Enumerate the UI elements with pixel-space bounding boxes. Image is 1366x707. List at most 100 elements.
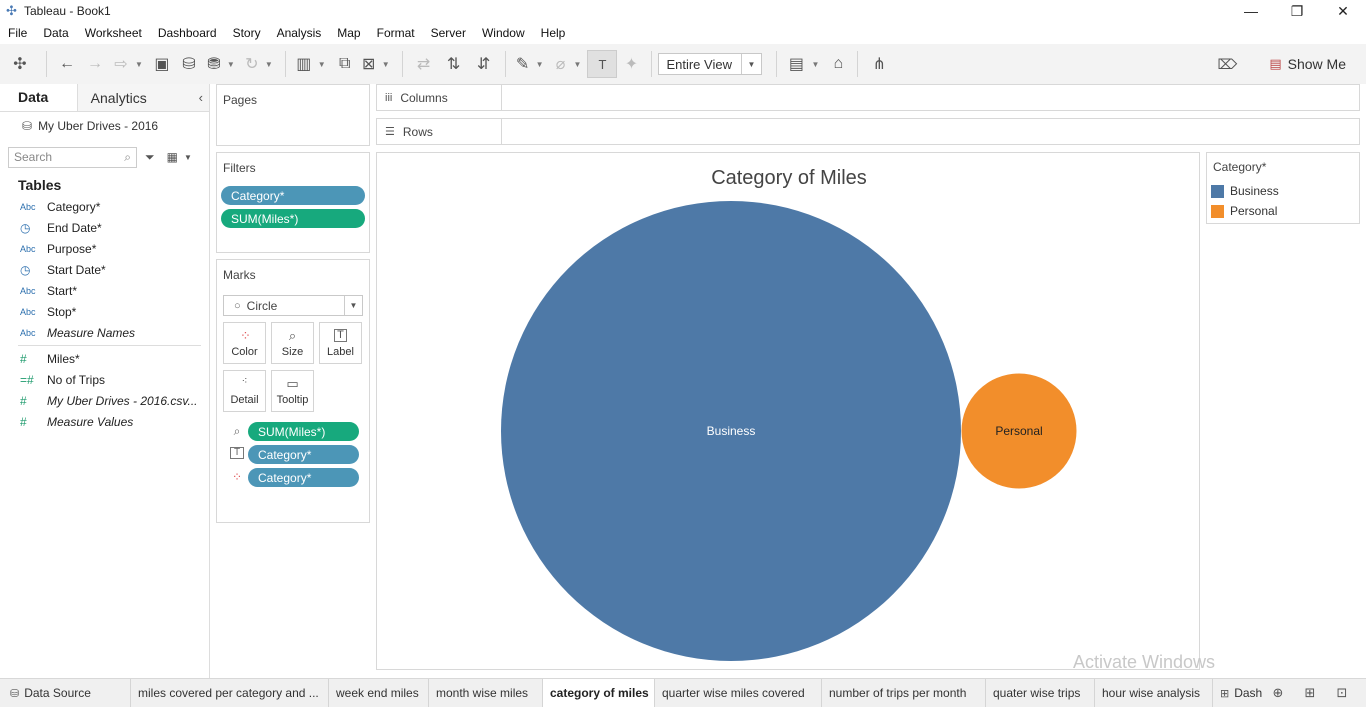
- filter-icon[interactable]: ⏷: [145, 150, 155, 165]
- tab-sheet[interactable]: month wise miles: [429, 679, 543, 707]
- menu-worksheet[interactable]: Worksheet: [85, 26, 142, 40]
- undo-icon[interactable]: ←: [53, 50, 81, 78]
- fix-axes-icon[interactable]: ✦: [617, 50, 645, 78]
- search-input[interactable]: Search ⌕: [8, 146, 137, 168]
- data-pane: Data Analytics ‹ ⛁ My Uber Drives - 2016…: [0, 84, 210, 678]
- field-end-date[interactable]: ◷ End Date*: [0, 217, 209, 238]
- label-button[interactable]: T Label: [319, 322, 362, 364]
- filter-pill-category[interactable]: Category*: [221, 186, 365, 205]
- field-no-of-trips[interactable]: =# No of Trips: [0, 369, 209, 390]
- sort-ascending-icon[interactable]: ⇅: [439, 50, 469, 78]
- worksheet-view[interactable]: Category of Miles Business Personal: [376, 152, 1200, 670]
- minimize-button[interactable]: —: [1228, 0, 1274, 22]
- tab-analytics[interactable]: Analytics: [76, 84, 209, 111]
- pages-card[interactable]: Pages: [216, 84, 370, 146]
- format-painter-icon[interactable]: ⌦: [1218, 56, 1238, 73]
- field-category[interactable]: Abc Category*: [0, 196, 209, 217]
- new-story-icon[interactable]: ⊡: [1326, 685, 1358, 701]
- tab-sheet[interactable]: number of trips per month: [822, 679, 986, 707]
- new-dashboard-icon[interactable]: ⊞: [1294, 685, 1326, 701]
- menu-map[interactable]: Map: [337, 26, 360, 40]
- view-options-icon[interactable]: ▦: [167, 150, 178, 164]
- new-worksheet-icon[interactable]: ⊕: [1262, 685, 1294, 701]
- menu-help[interactable]: Help: [541, 26, 566, 40]
- legend-item-business[interactable]: Business: [1207, 181, 1359, 201]
- clear-sheet-icon[interactable]: ⊠: [358, 50, 380, 78]
- tab-sheet[interactable]: week end miles: [329, 679, 429, 707]
- menu-server[interactable]: Server: [431, 26, 466, 40]
- menu-file[interactable]: File: [8, 26, 27, 40]
- fit-dropdown[interactable]: Entire View ▼: [658, 53, 763, 75]
- field-start-date[interactable]: ◷ Start Date*: [0, 259, 209, 280]
- menu-dashboard[interactable]: Dashboard: [158, 26, 217, 40]
- new-worksheet-icon[interactable]: ▥: [292, 50, 316, 78]
- tableau-home-icon[interactable]: ✣: [0, 50, 40, 78]
- marks-pill-category-label[interactable]: Category*: [248, 445, 359, 464]
- duplicate-sheet-icon[interactable]: ⧉: [332, 50, 358, 78]
- color-button[interactable]: ⁘ Color: [223, 322, 266, 364]
- detail-button[interactable]: ⁖ Detail: [223, 370, 266, 412]
- label-encoding-icon: T: [230, 447, 244, 459]
- tab-sheet[interactable]: quater wise trips: [986, 679, 1095, 707]
- menu-story[interactable]: Story: [233, 26, 261, 40]
- refresh-dropdown-icon[interactable]: ▼: [265, 60, 273, 69]
- redo-icon[interactable]: →: [81, 50, 109, 78]
- chevron-down-icon[interactable]: ▼: [184, 153, 192, 162]
- rows-shelf[interactable]: ☰ Rows: [376, 118, 1360, 145]
- refresh-icon[interactable]: ↻: [241, 50, 263, 78]
- clear-dropdown-icon[interactable]: ▼: [382, 60, 390, 69]
- rows-text: Rows: [402, 124, 433, 139]
- menu-analysis[interactable]: Analysis: [277, 26, 322, 40]
- tab-sheet[interactable]: miles covered per category and ...: [131, 679, 329, 707]
- save-icon[interactable]: ▣: [149, 50, 175, 78]
- show-cards-icon[interactable]: ▤: [783, 50, 809, 78]
- field-measure-names[interactable]: Abc Measure Names: [0, 322, 209, 343]
- pause-updates-icon[interactable]: ⛃: [203, 50, 225, 78]
- replay-icon[interactable]: ⇨: [109, 50, 133, 78]
- new-datasource-icon[interactable]: ⛁: [175, 50, 203, 78]
- replay-dropdown-icon[interactable]: ▼: [135, 60, 143, 69]
- filters-card[interactable]: Filters Category* SUM(Miles*): [216, 152, 370, 253]
- menu-format[interactable]: Format: [377, 26, 415, 40]
- legend-item-personal[interactable]: Personal: [1207, 201, 1359, 221]
- marks-pill-category-color[interactable]: Category*: [248, 468, 359, 487]
- field-purpose[interactable]: Abc Purpose*: [0, 238, 209, 259]
- chevron-left-icon[interactable]: ‹: [199, 90, 203, 105]
- show-mark-labels-icon[interactable]: T: [587, 50, 618, 78]
- tab-sheet[interactable]: quarter wise miles covered: [655, 679, 822, 707]
- sort-descending-icon[interactable]: ⇵: [469, 50, 499, 78]
- close-button[interactable]: ✕: [1320, 0, 1366, 22]
- field-stop[interactable]: Abc Stop*: [0, 301, 209, 322]
- bubble-chart[interactable]: Business Personal: [377, 153, 1201, 671]
- menu-window[interactable]: Window: [482, 26, 525, 40]
- field-record-count[interactable]: # My Uber Drives - 2016.csv...: [0, 390, 209, 411]
- tab-sheet[interactable]: hour wise analysis: [1095, 679, 1213, 707]
- tab-sheet-active[interactable]: category of miles: [543, 679, 655, 707]
- mark-type-dropdown[interactable]: ○ Circle ▼: [223, 295, 363, 316]
- swap-rows-columns-icon[interactable]: ⇄: [409, 50, 439, 78]
- date-type-icon: ◷: [20, 262, 31, 277]
- field-measure-values[interactable]: # Measure Values: [0, 411, 209, 432]
- tab-data-source[interactable]: ⛁ Data Source: [0, 679, 131, 707]
- group-members-icon[interactable]: ⌀: [550, 50, 572, 78]
- filter-pill-sum-miles[interactable]: SUM(Miles*): [221, 209, 365, 228]
- group-dropdown-icon[interactable]: ▼: [574, 60, 582, 69]
- tooltip-button[interactable]: ▭ Tooltip: [271, 370, 314, 412]
- highlight-dropdown-icon[interactable]: ▼: [536, 60, 544, 69]
- share-icon[interactable]: ⋔: [864, 50, 894, 78]
- restore-button[interactable]: ❐: [1274, 0, 1320, 22]
- menu-data[interactable]: Data: [43, 26, 68, 40]
- size-button[interactable]: ⌕ Size: [271, 322, 314, 364]
- marks-pill-sum-miles[interactable]: SUM(Miles*): [248, 422, 359, 441]
- pause-dropdown-icon[interactable]: ▼: [227, 60, 235, 69]
- columns-shelf[interactable]: iii Columns: [376, 84, 1360, 111]
- show-me-button[interactable]: ⌦ ▤ Show Me: [1218, 50, 1346, 78]
- highlight-icon[interactable]: ✎: [512, 50, 534, 78]
- presentation-mode-icon[interactable]: ⌂: [825, 50, 851, 78]
- field-miles[interactable]: # Miles*: [0, 348, 209, 369]
- show-cards-dropdown-icon[interactable]: ▼: [811, 60, 819, 69]
- new-worksheet-dropdown-icon[interactable]: ▼: [318, 60, 326, 69]
- datasource-item[interactable]: ⛁ My Uber Drives - 2016: [0, 112, 209, 140]
- tab-data[interactable]: Data: [0, 84, 77, 111]
- field-start[interactable]: Abc Start*: [0, 280, 209, 301]
